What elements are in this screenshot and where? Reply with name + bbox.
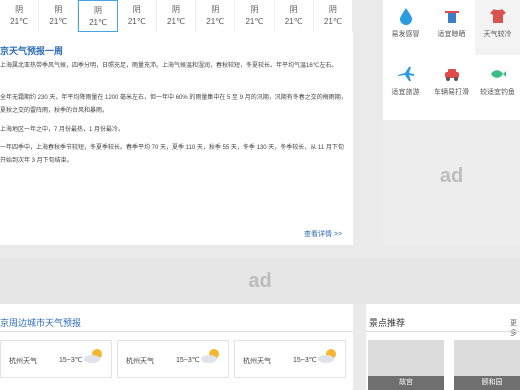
forecast-title: 京天气预报一周 bbox=[0, 46, 64, 56]
day-tab[interactable]: 阴 21℃ bbox=[157, 0, 197, 32]
day-tab[interactable]: 阴 21℃ bbox=[196, 0, 236, 32]
day-tab[interactable]: 阴 21℃ bbox=[78, 0, 118, 32]
city-temp: 15~3℃ bbox=[293, 357, 317, 364]
forecast-panel: 阴 21℃ 阴 21℃ 阴 21℃ 阴 21℃ 阴 21℃ 阴 21℃ 阴 21℃ 阴 21℃ … bbox=[0, 0, 353, 245]
forecast-paragraph: 上海属北亚热带季风气候，四季分明，日照充足，雨量充沛。上海气候温和湿润，春秋较短… bbox=[0, 63, 338, 69]
ad-banner-middle[interactable]: ad bbox=[0, 258, 520, 304]
day-weather: 阴 bbox=[172, 5, 180, 14]
life-index-label: 天气较冷 bbox=[483, 31, 512, 38]
divider bbox=[366, 331, 520, 332]
day-temp: 21℃ bbox=[127, 17, 146, 26]
around-title: 京周边城市天气预报 bbox=[0, 318, 82, 328]
life-index-label: 易发感冒 bbox=[391, 31, 420, 38]
car-icon bbox=[444, 69, 459, 81]
life-index-label: 适宜旅游 bbox=[391, 89, 420, 96]
day-weather: 阴 bbox=[15, 5, 24, 14]
city-card[interactable]: 杭州天气 15~3℃ bbox=[234, 340, 346, 378]
day-temp: 21℃ bbox=[323, 17, 342, 26]
scenic-panel: 景点推荐 更多 故宫 颐和园 bbox=[366, 304, 520, 390]
day-temp: 21℃ bbox=[10, 17, 29, 26]
day-temp: 21℃ bbox=[167, 17, 185, 26]
life-index-item[interactable]: 天气较冷 bbox=[475, 0, 520, 55]
ad-banner-right[interactable]: ad bbox=[383, 120, 520, 245]
city-temp: 15~3℃ bbox=[176, 357, 200, 364]
forecast-paragraph: 一年四季中，上海春秋季节较短，冬夏季较长。春季平均 70 天，夏季 110 天，… bbox=[0, 145, 344, 164]
day-temp: 21℃ bbox=[284, 17, 303, 26]
life-index-item[interactable]: 适宜晾晒 bbox=[429, 0, 474, 55]
forecast-paragraph: 上海地区一年之中，7 月份最热，1 月份最冷。 bbox=[0, 127, 125, 133]
day-weather: 阴 bbox=[328, 5, 337, 14]
partly-cloudy-icon bbox=[201, 349, 219, 363]
scenic-more-link[interactable]: 更多 bbox=[510, 318, 520, 338]
day-weather: 阴 bbox=[289, 5, 298, 14]
day-tab[interactable]: 阴 21℃ bbox=[235, 0, 275, 32]
scenic-card[interactable]: 故宫 bbox=[368, 340, 444, 390]
day-tab[interactable]: 阴 21℃ bbox=[314, 0, 353, 32]
day-tab[interactable]: 阴 21℃ bbox=[275, 0, 314, 32]
fish-icon bbox=[490, 70, 506, 78]
scenic-label: 颐和园 bbox=[454, 376, 520, 390]
city-card[interactable]: 杭州天气 15~3℃ bbox=[117, 340, 229, 378]
city-name: 杭州天气 bbox=[243, 358, 271, 365]
divider bbox=[0, 331, 353, 332]
scenic-title: 景点推荐 bbox=[369, 318, 406, 328]
city-card[interactable]: 杭州天气 15~3℃ bbox=[0, 340, 112, 378]
day-weather: 阴 bbox=[54, 5, 63, 14]
forecast-paragraph: 全年无霜期约 230 天，年平均降雨量在 1200 毫米左右，但一年中 60% … bbox=[0, 95, 347, 114]
more-details-link[interactable]: 查看详情 >> bbox=[304, 229, 342, 239]
day-temp: 21℃ bbox=[89, 18, 107, 27]
day-temp: 21℃ bbox=[206, 17, 225, 26]
life-index-item[interactable]: 车辆易打滑 bbox=[429, 58, 474, 113]
day-weather: 阴 bbox=[250, 5, 259, 14]
day-weather: 阴 bbox=[94, 6, 103, 15]
day-weather: 阴 bbox=[132, 5, 141, 14]
clothes-icon bbox=[444, 11, 459, 23]
plane-icon bbox=[397, 67, 414, 81]
life-index-label: 适宜晾晒 bbox=[437, 31, 466, 38]
day-tab[interactable]: 阴 21℃ bbox=[0, 0, 40, 32]
life-index-label: 车辆易打滑 bbox=[434, 89, 469, 96]
around-cities-panel: 京周边城市天气预报 杭州天气 15~3℃ 杭州天气 15~3℃ 杭州天气 15~… bbox=[0, 304, 353, 390]
scenic-card[interactable]: 颐和园 bbox=[454, 340, 520, 390]
scenic-label: 故宫 bbox=[368, 376, 444, 390]
partly-cloudy-icon bbox=[318, 349, 336, 363]
day-tab[interactable]: 阴 21℃ bbox=[118, 0, 157, 32]
life-index-label: 较适宜钓鱼 bbox=[480, 89, 515, 96]
hair-icon bbox=[399, 8, 412, 25]
city-temp: 15~3℃ bbox=[59, 357, 83, 364]
partly-cloudy-icon bbox=[84, 349, 102, 363]
city-name: 杭州天气 bbox=[126, 358, 154, 365]
day-tab[interactable]: 阴 21℃ bbox=[39, 0, 79, 32]
day-strip: 阴 21℃ 阴 21℃ 阴 21℃ 阴 21℃ 阴 21℃ 阴 21℃ 阴 21℃ 阴 21℃ … bbox=[0, 0, 353, 32]
day-temp: 21℃ bbox=[245, 17, 264, 26]
day-weather: 阴 bbox=[211, 5, 220, 14]
shirt-icon bbox=[489, 9, 506, 23]
city-name: 杭州天气 bbox=[9, 358, 37, 365]
day-temp: 21℃ bbox=[49, 17, 68, 26]
life-index-item[interactable]: 适宜旅游 bbox=[383, 58, 428, 113]
life-index-item[interactable]: 易发感冒 bbox=[383, 0, 428, 55]
life-index-item[interactable]: 较适宜钓鱼 bbox=[475, 58, 520, 113]
